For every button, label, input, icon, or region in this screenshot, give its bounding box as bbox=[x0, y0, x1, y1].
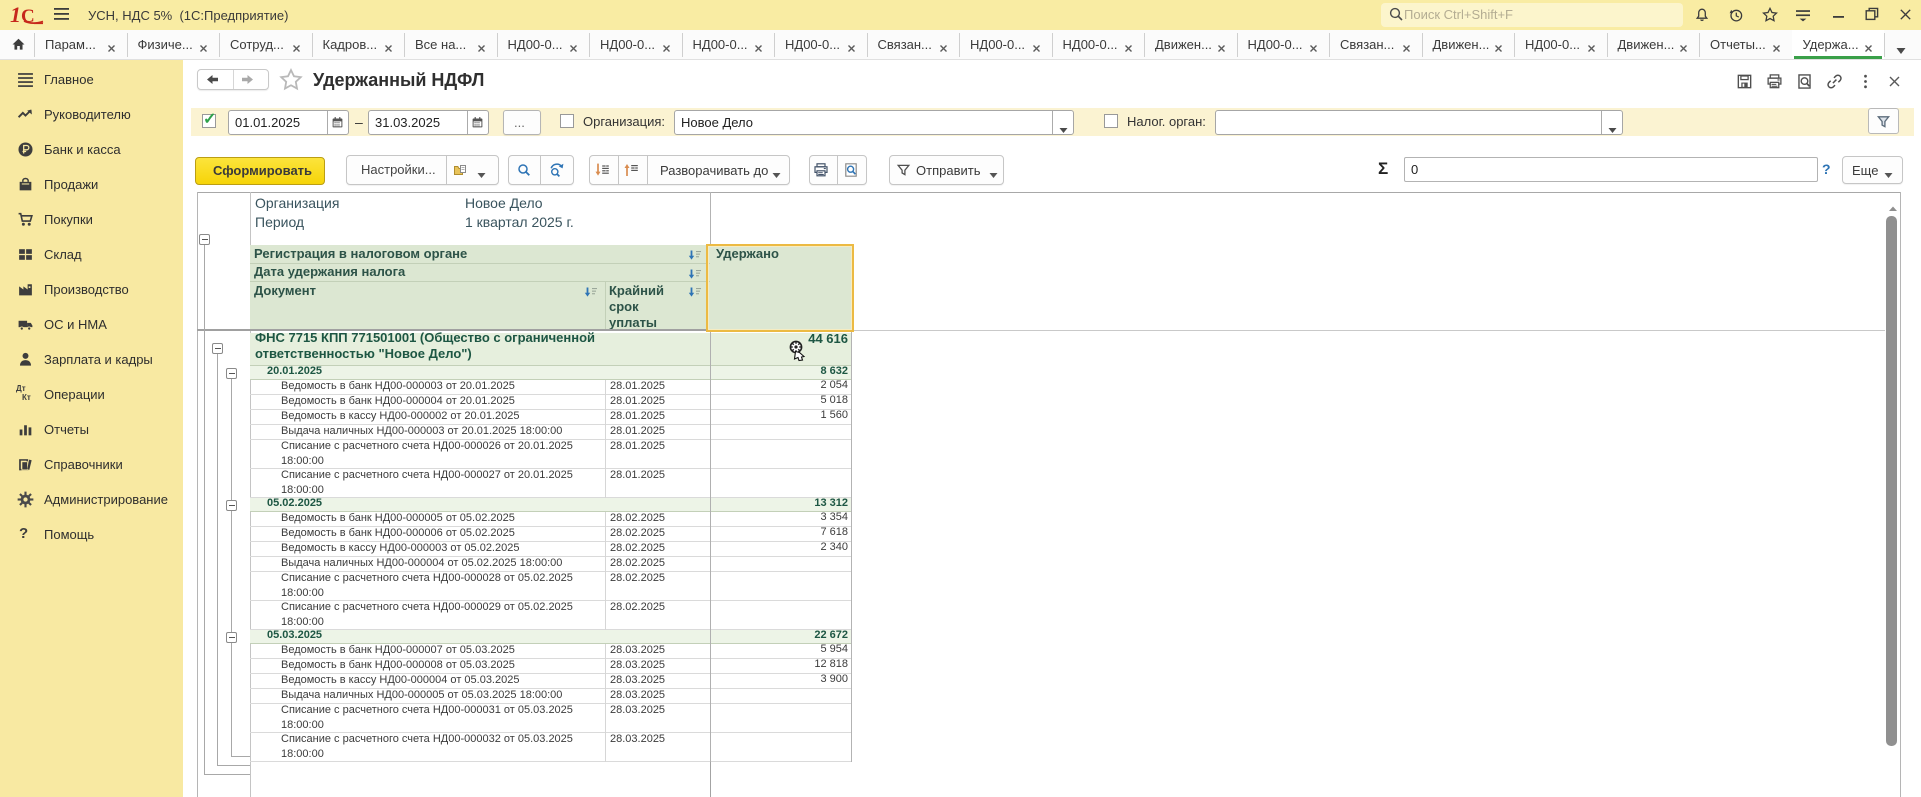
svg-text:1: 1 bbox=[10, 4, 21, 26]
